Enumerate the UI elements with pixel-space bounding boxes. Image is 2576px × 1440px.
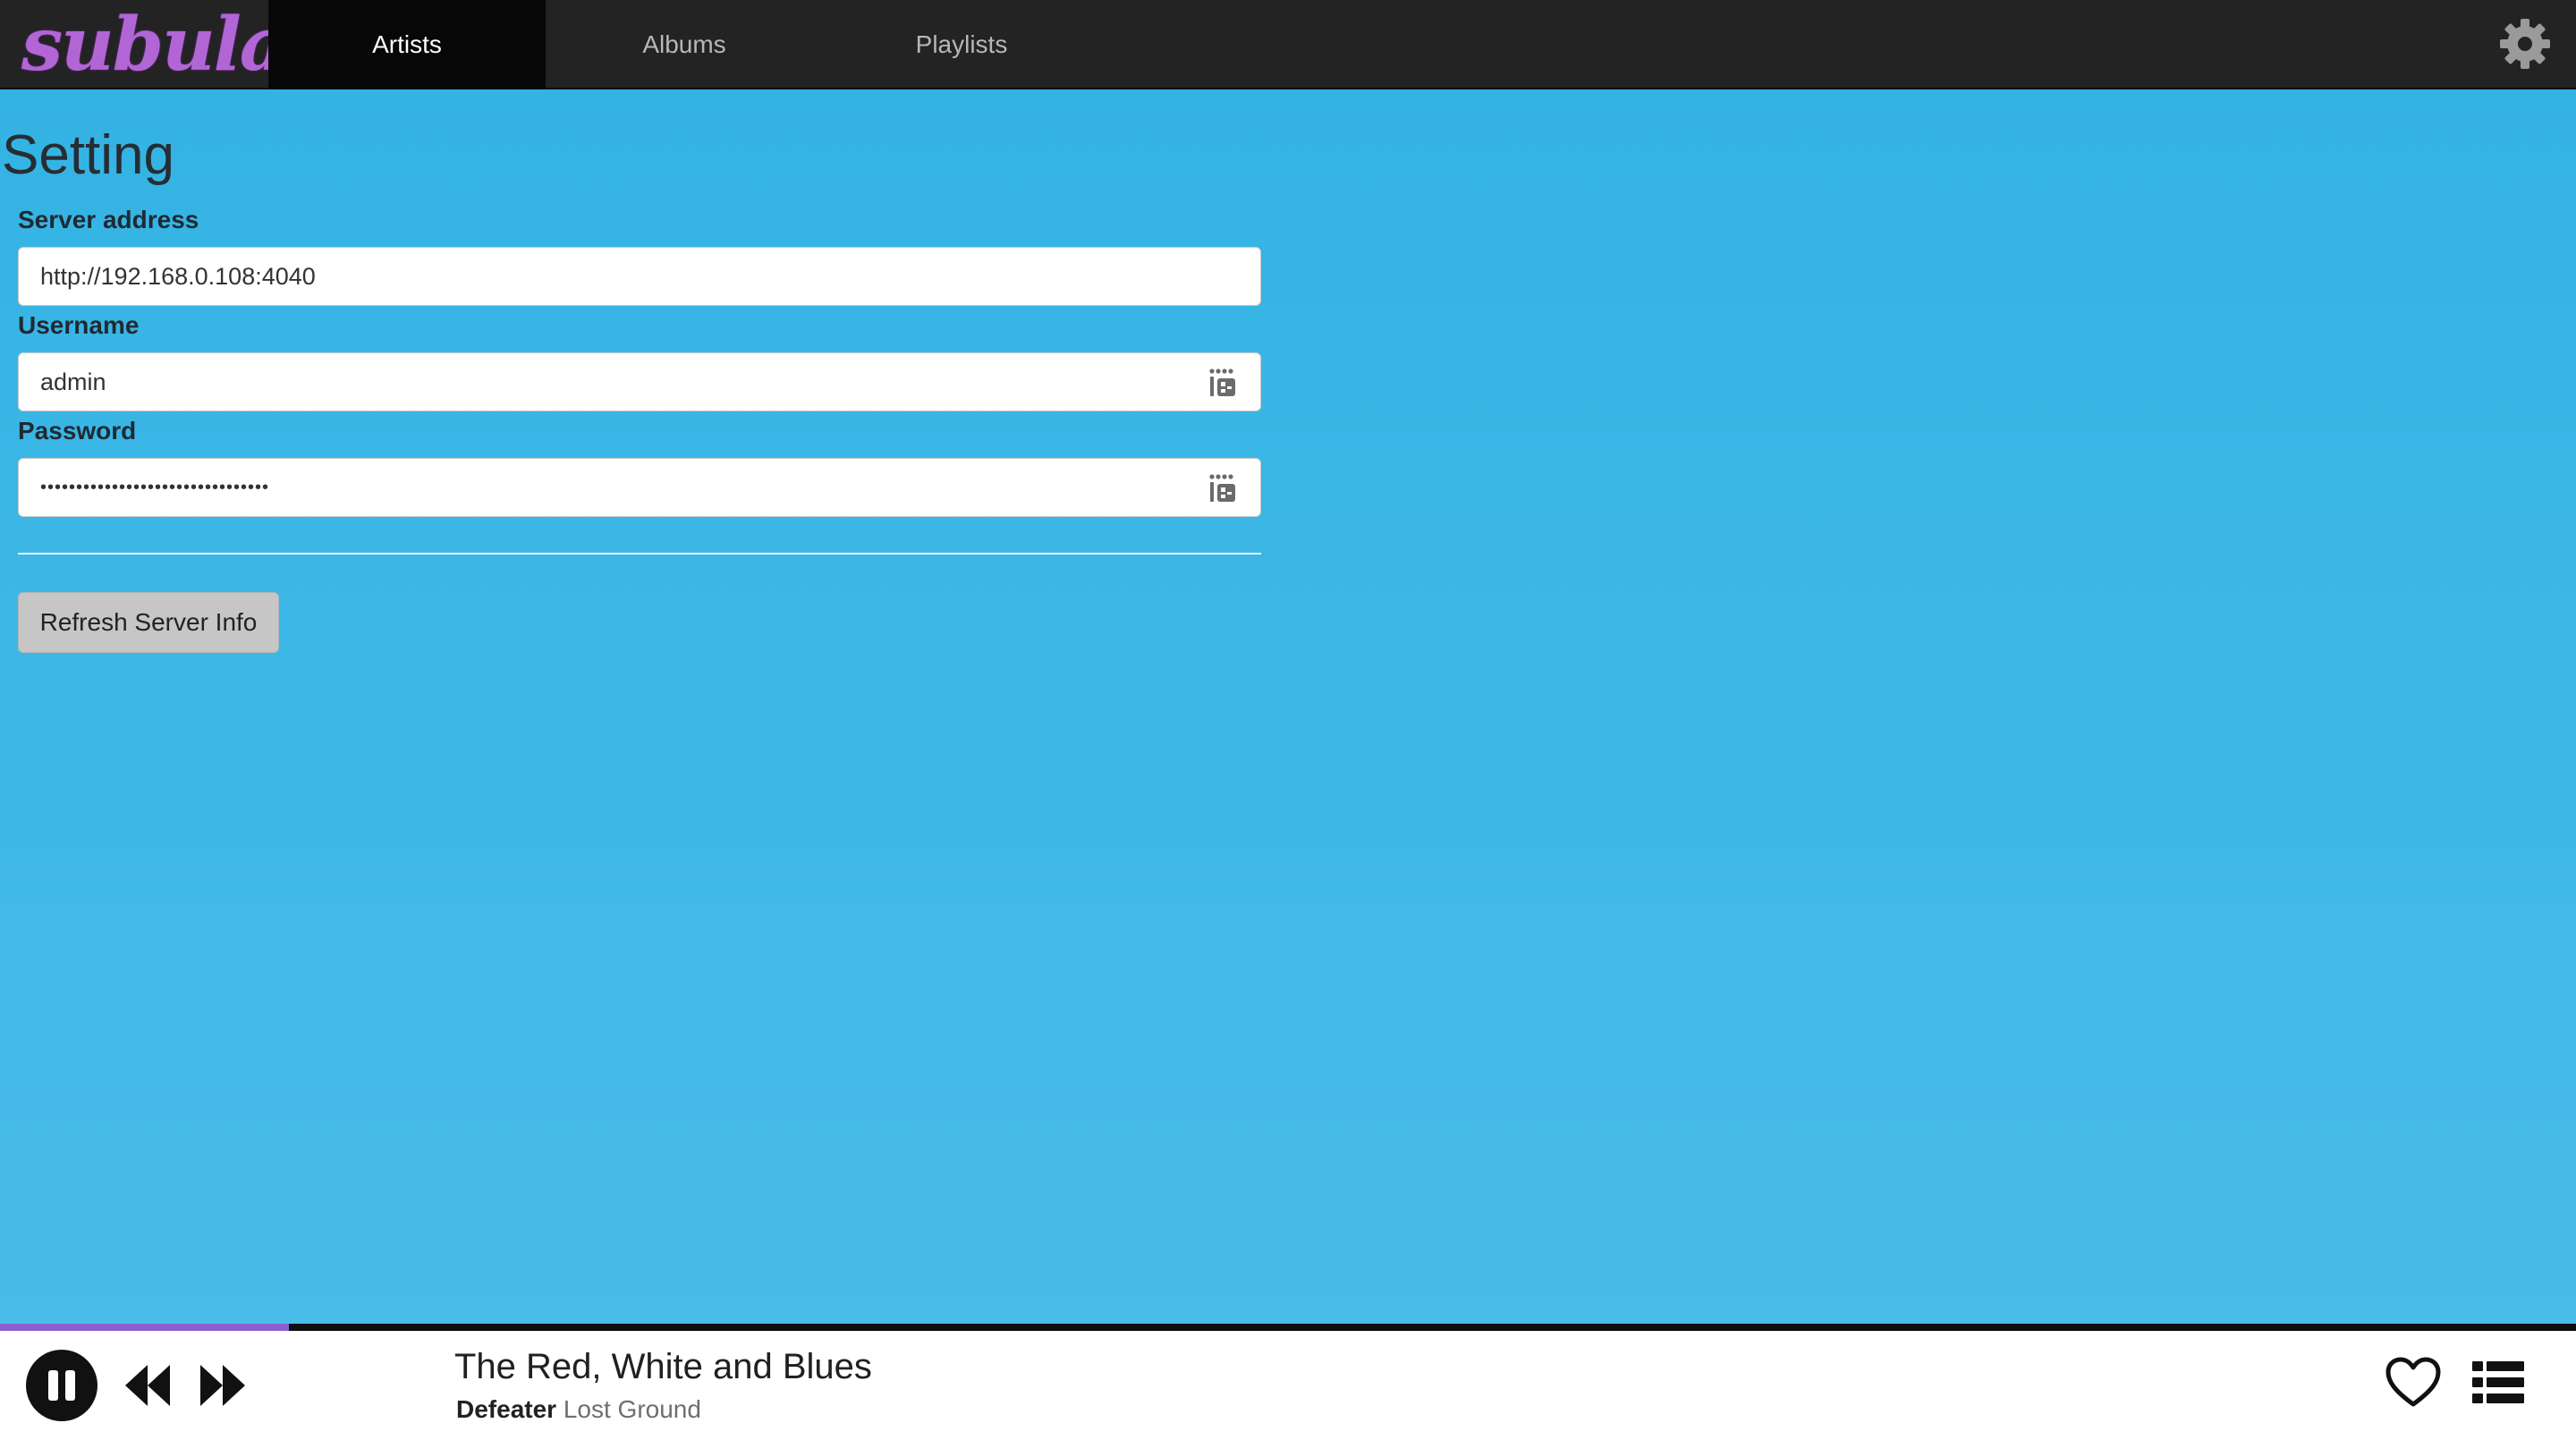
password-input[interactable]: [40, 477, 1239, 498]
gear-icon[interactable]: [2499, 18, 2551, 70]
tab-albums[interactable]: Albums: [546, 0, 823, 89]
top-navigation-bar: subular Artists Albums Playlists: [0, 0, 2576, 89]
playback-progress-fill: [0, 1324, 289, 1331]
app-logo[interactable]: subular: [21, 0, 324, 89]
password-field-box: [18, 458, 1261, 517]
password-manager-icon[interactable]: [1208, 368, 1237, 398]
form-divider: [18, 553, 1261, 555]
heart-icon[interactable]: [2385, 1356, 2442, 1410]
server-address-field-box: [18, 247, 1261, 306]
username-field-box: [18, 352, 1261, 411]
refresh-server-info-button[interactable]: Refresh Server Info: [18, 592, 279, 653]
settings-panel: Setting Server address Username Password: [0, 91, 2576, 1324]
page-title: Setting: [2, 124, 175, 186]
track-meta: Defeater Lost Ground: [456, 1395, 701, 1424]
tab-playlists[interactable]: Playlists: [823, 0, 1100, 89]
previous-icon[interactable]: [123, 1361, 172, 1410]
track-artist[interactable]: Defeater: [456, 1395, 556, 1423]
track-title: The Red, White and Blues: [454, 1347, 872, 1386]
tab-artists[interactable]: Artists: [268, 0, 546, 89]
queue-list-icon[interactable]: [2472, 1360, 2524, 1406]
pause-icon[interactable]: [25, 1349, 98, 1422]
password-manager-icon[interactable]: [1208, 473, 1237, 504]
username-input[interactable]: [40, 368, 1239, 396]
username-label: Username: [18, 311, 140, 339]
player-bar: The Red, White and Blues Defeater Lost G…: [0, 1331, 2576, 1440]
server-address-input[interactable]: [40, 262, 1239, 291]
next-icon[interactable]: [199, 1361, 247, 1410]
password-label: Password: [18, 417, 137, 445]
playback-progress-bar[interactable]: [0, 1324, 2576, 1331]
track-album[interactable]: Lost Ground: [564, 1395, 701, 1423]
server-address-label: Server address: [18, 206, 199, 233]
